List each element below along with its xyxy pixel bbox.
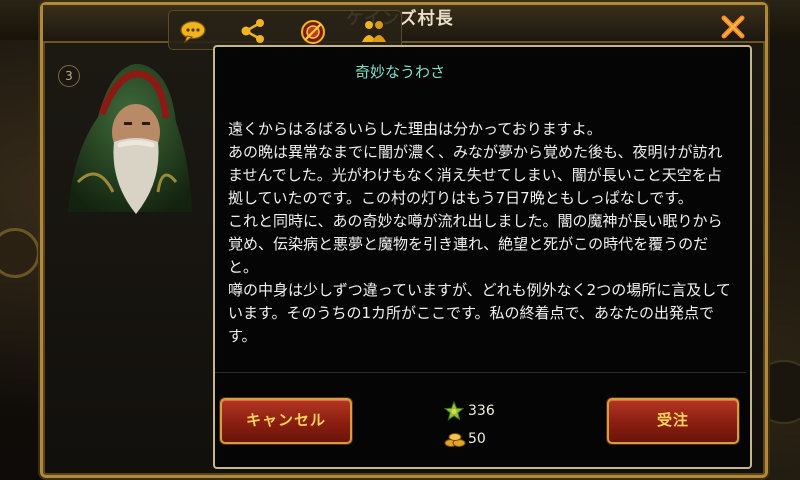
exp-star-icon bbox=[443, 400, 465, 421]
exp-reward: 336 bbox=[443, 400, 514, 423]
quest-description-scroll[interactable]: 遠くからはるばるいらした理由は分かっておりますよ。 あの晩は異常なまでに闇が濃く… bbox=[228, 118, 733, 370]
gold-reward: 50 bbox=[444, 429, 514, 451]
close-icon[interactable] bbox=[719, 14, 747, 40]
cancel-button[interactable]: キャンセル bbox=[220, 398, 352, 444]
dialog-toolbar bbox=[168, 10, 402, 50]
gold-value: 50 bbox=[468, 431, 486, 447]
emblem-icon[interactable] bbox=[299, 18, 327, 44]
exp-value: 336 bbox=[468, 403, 495, 419]
content-divider bbox=[215, 372, 746, 373]
gold-coins-icon bbox=[444, 429, 466, 449]
quest-description: 遠くからはるばるいらした理由は分かっておりますよ。 あの晩は異常なまでに闇が濃く… bbox=[228, 120, 731, 345]
quest-title: 奇妙なうわさ bbox=[354, 63, 445, 81]
accept-button[interactable]: 受注 bbox=[607, 398, 739, 444]
party-icon[interactable] bbox=[359, 18, 387, 44]
share-icon[interactable] bbox=[239, 18, 267, 44]
chat-icon[interactable] bbox=[179, 18, 207, 44]
